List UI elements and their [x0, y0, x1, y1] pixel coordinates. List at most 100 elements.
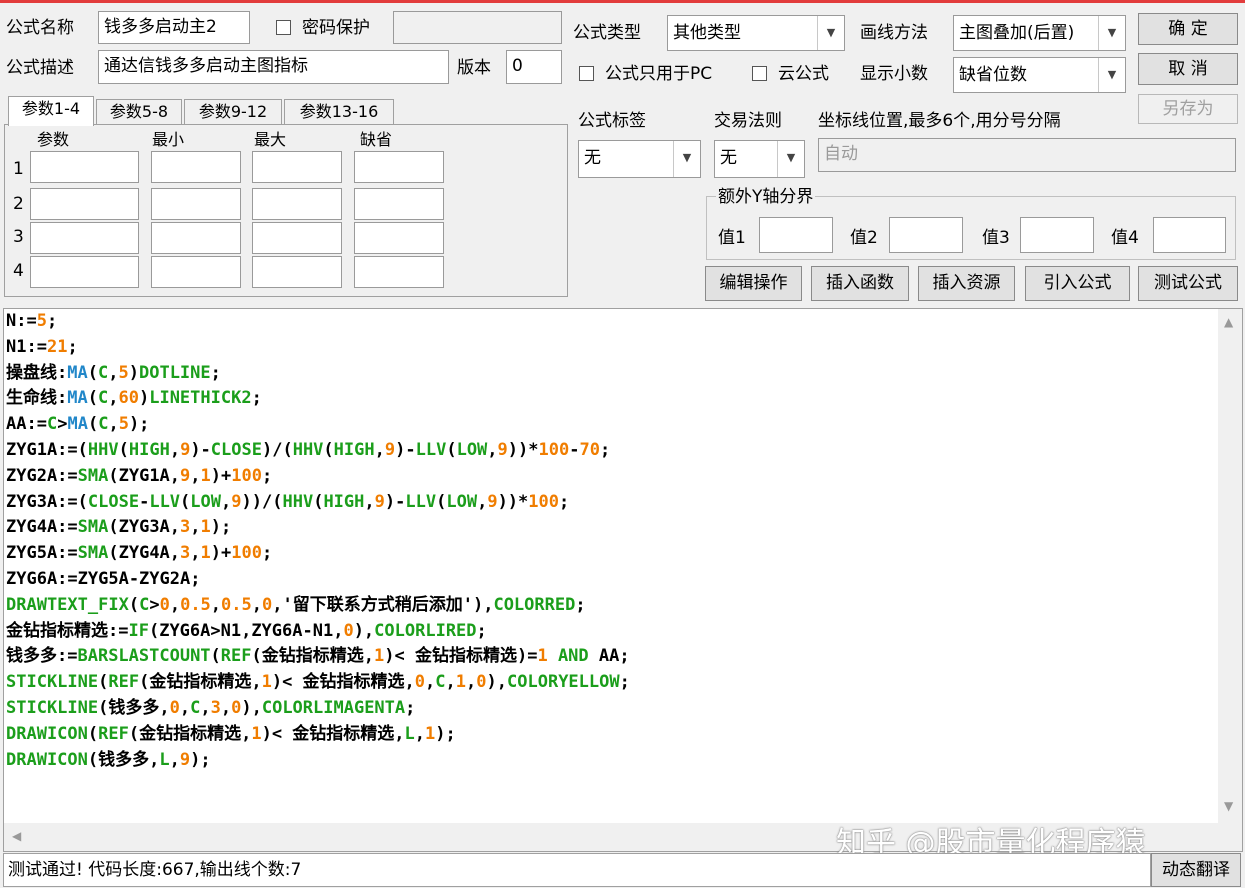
code-token: 0: [169, 697, 180, 718]
scroll-down-icon[interactable]: ▼: [1224, 799, 1233, 813]
code-line[interactable]: N1:=21;: [6, 335, 630, 361]
param-4-default-input[interactable]: [354, 256, 444, 288]
param-4-max-input[interactable]: [252, 256, 342, 288]
code-token: ,: [200, 697, 211, 718]
chevron-down-icon: ▼: [1098, 16, 1125, 50]
code-token: L: [159, 749, 170, 770]
code-line[interactable]: N:=5;: [6, 309, 630, 335]
code-line[interactable]: DRAWICON(钱多多,L,9);: [6, 748, 630, 774]
param-4-name-input[interactable]: [30, 256, 139, 288]
cloud-formula-checkbox[interactable]: [752, 66, 767, 81]
dynamic-translate-button[interactable]: 动态翻译: [1151, 853, 1241, 887]
formula-tag-select[interactable]: 无 ▼: [578, 140, 701, 178]
y-value-4-input[interactable]: [1153, 217, 1226, 253]
param-2-default-input[interactable]: [354, 188, 444, 220]
status-bar: 测试通过! 代码长度:667,输出线个数:7: [3, 853, 1151, 887]
tab-params-13-16[interactable]: 参数13-16: [284, 99, 394, 125]
formula-type-select[interactable]: 其他类型 ▼: [667, 15, 845, 51]
code-line[interactable]: STICKLINE(REF(金钻指标精选,1)< 金钻指标精选,0,C,1,0)…: [6, 670, 630, 696]
code-token: AND: [557, 646, 589, 667]
formula-tag-label: 公式标签: [578, 111, 646, 131]
insert-resource-button[interactable]: 插入资源: [918, 266, 1015, 301]
code-token: 3: [180, 517, 191, 538]
code-line[interactable]: 钱多多:=BARSLASTCOUNT(REF(金钻指标精选,1)< 金钻指标精选…: [6, 644, 630, 670]
code-token: )-: [384, 491, 406, 512]
param-2-max-input[interactable]: [252, 188, 342, 220]
ok-button[interactable]: 确 定: [1138, 13, 1238, 45]
tab-params-9-12[interactable]: 参数9-12: [184, 99, 282, 125]
param-3-min-input[interactable]: [151, 222, 241, 254]
code-line[interactable]: STICKLINE(钱多多,0,C,3,0),COLORLIMAGENTA;: [6, 696, 630, 722]
scroll-up-icon[interactable]: ▲: [1224, 315, 1233, 329]
tab-params-1-4[interactable]: 参数1-4: [8, 96, 94, 126]
test-formula-button[interactable]: 测试公式: [1138, 266, 1238, 301]
param-3-max-input[interactable]: [252, 222, 342, 254]
code-line[interactable]: DRAWTEXT_FIX(C>0,0.5,0.5,0,'留下联系方式稍后添加')…: [6, 593, 630, 619]
import-formula-button[interactable]: 引入公式: [1025, 266, 1130, 301]
code-line[interactable]: ZYG4A:=SMA(ZYG3A,3,1);: [6, 515, 630, 541]
code-token: ),: [353, 620, 375, 641]
param-1-default-input[interactable]: [354, 151, 444, 183]
param-3-default-input[interactable]: [354, 222, 444, 254]
code-token: 3: [210, 697, 221, 718]
scroll-left-icon[interactable]: ◀: [12, 829, 21, 843]
edit-ops-button[interactable]: 编辑操作: [705, 266, 802, 301]
code-token: ,: [108, 362, 119, 383]
cancel-button[interactable]: 取 消: [1138, 53, 1238, 85]
code-token: 0: [231, 697, 242, 718]
code-token: ,'留下联系方式稍后添加'),: [272, 594, 494, 615]
code-token: CLOSE: [210, 439, 262, 460]
code-token: STICKLINE: [6, 672, 99, 693]
code-token: LOW: [456, 439, 488, 460]
code-token: 9: [497, 439, 508, 460]
code-line[interactable]: ZYG5A:=SMA(ZYG4A,3,1)+100;: [6, 541, 630, 567]
param-2-min-input[interactable]: [151, 188, 241, 220]
param-1-max-input[interactable]: [252, 151, 342, 183]
code-token: 9: [180, 465, 191, 486]
code-line[interactable]: 操盘线:MA(C,5)DOTLINE;: [6, 361, 630, 387]
tab-params-5-8[interactable]: 参数5-8: [96, 99, 182, 125]
vertical-scrollbar[interactable]: ▲ ▼: [1218, 309, 1242, 825]
code-line[interactable]: ZYG3A:=(CLOSE-LLV(LOW,9))/(HHV(HIGH,9)-L…: [6, 490, 630, 516]
y-value-1-input[interactable]: [759, 217, 833, 253]
code-token: (钱多多,: [98, 697, 170, 718]
code-token: 21: [46, 336, 68, 357]
code-line[interactable]: ZYG2A:=SMA(ZYG1A,9,1)+100;: [6, 464, 630, 490]
code-line[interactable]: 生命线:MA(C,60)LINETHICK2;: [6, 386, 630, 412]
formula-name-input[interactable]: 钱多多启动主2: [98, 11, 250, 44]
code-token: AA:=: [6, 414, 47, 435]
password-protect-checkbox[interactable]: [276, 20, 291, 35]
pc-only-checkbox[interactable]: [579, 66, 594, 81]
code-token: LLV: [149, 491, 181, 512]
code-editor[interactable]: N:=5; N1:=21; 操盘线:MA(C,5)DOTLINE; 生命线:MA(C,…: [3, 308, 1243, 852]
version-input[interactable]: 0: [506, 50, 562, 84]
code-token: N1:=: [6, 336, 47, 357]
code-content[interactable]: N:=5; N1:=21; 操盘线:MA(C,5)DOTLINE; 生命线:MA(C,…: [6, 309, 630, 773]
code-line[interactable]: ZYG1A:=(HHV(HIGH,9)-CLOSE)/(HHV(HIGH,9)-…: [6, 438, 630, 464]
code-token: >: [57, 414, 68, 435]
param-4-min-input[interactable]: [151, 256, 241, 288]
y-value-2-input[interactable]: [889, 217, 963, 253]
code-line[interactable]: DRAWICON(REF(金钻指标精选,1)< 金钻指标精选,L,1);: [6, 722, 630, 748]
decimals-select[interactable]: 缺省位数 ▼: [953, 57, 1126, 93]
insert-function-button[interactable]: 插入函数: [811, 266, 909, 301]
code-token: ZYG4A:=: [6, 517, 78, 538]
draw-method-select[interactable]: 主图叠加(后置) ▼: [953, 15, 1126, 51]
trade-rule-select[interactable]: 无 ▼: [714, 140, 805, 178]
code-token: (ZYG6A>N1,ZYG6A-N1,: [148, 620, 344, 641]
y-value-3-input[interactable]: [1020, 217, 1094, 253]
param-3-name-input[interactable]: [30, 222, 139, 254]
code-token: ZYG1A:=(: [6, 439, 88, 460]
code-token: C: [435, 672, 446, 693]
code-token: )+: [210, 465, 232, 486]
param-2-name-input[interactable]: [30, 188, 139, 220]
param-1-name-input[interactable]: [30, 151, 139, 183]
code-token: HIGH: [323, 491, 365, 512]
code-line[interactable]: AA:=C>MA(C,5);: [6, 412, 630, 438]
formula-desc-input[interactable]: 通达信钱多多启动主图指标: [98, 50, 449, 84]
param-1-min-input[interactable]: [151, 151, 241, 183]
code-line[interactable]: 金钻指标精选:=IF(ZYG6A>N1,ZYG6A-N1,0),COLORLIR…: [6, 619, 630, 645]
code-token: HIGH: [333, 439, 375, 460]
code-line[interactable]: ZYG6A:=ZYG5A-ZYG2A;: [6, 567, 630, 593]
code-token: 9: [180, 439, 191, 460]
